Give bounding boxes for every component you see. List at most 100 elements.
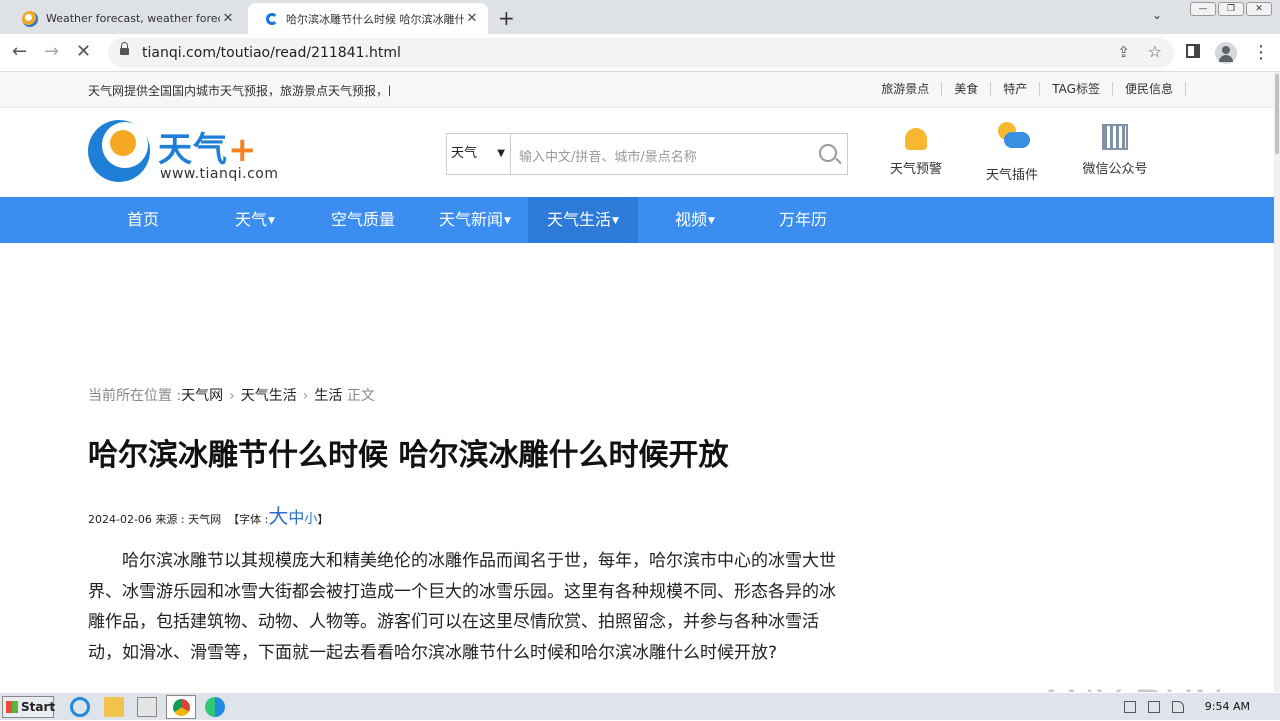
tab-title: 哈尔滨冰雕节什么时候 哈尔滨冰雕什么 — [286, 12, 464, 26]
breadcrumb-life[interactable]: 生活 — [314, 388, 342, 404]
tab-article[interactable]: 哈尔滨冰雕节什么时候 哈尔滨冰雕什么 ✕ — [248, 3, 488, 34]
clock[interactable]: 9:54 AM — [1205, 700, 1250, 713]
nav-calendar[interactable]: 万年历 — [748, 197, 858, 243]
font-small-button[interactable]: 小 — [304, 512, 317, 527]
system-tray: 9:54 AM — [1120, 693, 1280, 721]
url-bar[interactable]: tianqi.com/toutiao/read/211841.html ⇪ ☆ — [108, 38, 1174, 68]
breadcrumb-weather-life[interactable]: 天气生活 — [241, 388, 297, 404]
site-logo[interactable]: 天气+ www.tianqi.com — [88, 120, 288, 184]
caret-down-icon: ▼ — [708, 215, 715, 226]
wechat-link[interactable]: 微信公众号 — [1075, 120, 1155, 177]
media-player-icon[interactable] — [137, 697, 157, 717]
sun-logo-icon — [88, 120, 150, 182]
network-icon[interactable] — [1148, 701, 1160, 713]
top-link-food[interactable]: 美食 — [942, 82, 992, 96]
new-tab-icon[interactable]: + — [498, 6, 515, 30]
site-favicon-icon — [22, 10, 38, 27]
article-source: 来源 : 天气网 — [155, 513, 222, 526]
chevron-down-icon: ▼ — [497, 148, 505, 159]
breadcrumb: 当前所在位置 :天气网 › 天气生活 › 生活 正文 — [88, 385, 375, 405]
tab-strip: Weather forecast, weather forecast ✕ 哈尔滨… — [0, 0, 1280, 34]
profile-avatar-icon[interactable] — [1215, 42, 1237, 64]
breadcrumb-home[interactable]: 天气网 — [181, 388, 223, 404]
scrollbar-thumb[interactable] — [1275, 74, 1279, 154]
top-link-attractions[interactable]: 旅游景点 — [869, 82, 943, 96]
article-body: 哈尔滨冰雕节以其规模庞大和精美绝伦的冰雕作品而闻名于世，每年，哈尔滨市中心的冰雪… — [88, 546, 848, 668]
search-type-select[interactable]: 天气 ▼ — [447, 134, 511, 174]
caret-down-icon: ▼ — [268, 215, 275, 226]
chevron-down-icon[interactable]: ⌄ — [1152, 8, 1162, 22]
article-paragraph: 哈尔滨冰雕节以其规模庞大和精美绝伦的冰雕作品而闻名于世，每年，哈尔滨市中心的冰雪… — [88, 551, 836, 663]
nav-home[interactable]: 首页 — [88, 197, 198, 243]
weather-alert-link[interactable]: 天气预警 — [876, 120, 956, 177]
weather-alert-label: 天气预警 — [889, 162, 942, 177]
lock-icon[interactable] — [120, 42, 129, 57]
font-medium-button[interactable]: 中 — [288, 508, 304, 527]
window-controls: — ❐ ✕ — [1188, 2, 1272, 16]
tab-weather-forecast[interactable]: Weather forecast, weather forecast ✕ — [4, 3, 244, 34]
top-link-services[interactable]: 便民信息 — [1113, 82, 1186, 96]
minimize-icon[interactable]: — — [1190, 2, 1216, 16]
caret-down-icon: ▼ — [504, 215, 511, 226]
weather-alert-icon — [905, 128, 927, 150]
bookmark-star-icon[interactable]: ☆ — [1148, 42, 1162, 61]
font-size-label: 【字体 : — [228, 513, 269, 526]
side-panel-icon[interactable] — [1186, 44, 1200, 58]
search-icon[interactable] — [819, 144, 837, 162]
page-scrollbar[interactable] — [1274, 72, 1280, 692]
start-button[interactable]: Start — [2, 696, 55, 718]
close-tab-icon[interactable]: ✕ — [464, 11, 480, 26]
action-center-flag-icon[interactable] — [1172, 701, 1184, 713]
article-meta: 2024-02-06 来源 : 天气网 【字体 :大中小】 — [88, 500, 328, 529]
volume-icon[interactable] — [1124, 701, 1136, 713]
internet-explorer-icon[interactable] — [70, 697, 90, 717]
anyrun-watermark: ANY RUN — [1038, 682, 1224, 692]
web-page: 天气网提供全国国内城市天气预报，旅游景点天气预报，国 旅游景点 美食 特产 TA… — [0, 72, 1274, 692]
back-arrow-icon[interactable]: ← — [12, 42, 27, 62]
chevron-right-icon: › — [302, 388, 309, 404]
logo-domain: www.tianqi.com — [160, 166, 279, 182]
file-explorer-icon[interactable] — [104, 697, 124, 717]
weather-plugin-link[interactable]: 天气插件 — [972, 120, 1052, 183]
nav-video[interactable]: 视频▼ — [640, 197, 750, 243]
top-strip: 天气网提供全国国内城市天气预报，旅游景点天气预报，国 旅游景点 美食 特产 TA… — [0, 72, 1274, 108]
top-link-specialties[interactable]: 特产 — [991, 82, 1041, 96]
logo-name: 天气+ — [158, 130, 258, 170]
caret-down-icon: ▼ — [612, 215, 619, 226]
article-title: 哈尔滨冰雕节什么时候 哈尔滨冰雕什么时候开放 — [88, 438, 729, 473]
windows-taskbar: Start 9:54 AM — [0, 692, 1280, 720]
top-link-tags[interactable]: TAG标签 — [1040, 82, 1113, 96]
article-date: 2024-02-06 — [88, 513, 152, 526]
share-icon[interactable]: ⇪ — [1117, 43, 1130, 61]
url-text[interactable]: tianqi.com/toutiao/read/211841.html — [142, 45, 401, 61]
nav-weather-news[interactable]: 天气新闻▼ — [420, 197, 530, 243]
nav-weather[interactable]: 天气▼ — [200, 197, 310, 243]
breadcrumb-current: 正文 — [346, 388, 375, 404]
nav-air-quality[interactable]: 空气质量 — [308, 197, 418, 243]
kebab-menu-icon[interactable]: ⋮ — [1252, 42, 1270, 63]
close-window-icon[interactable]: ✕ — [1246, 2, 1272, 16]
search-input[interactable]: 输入中文/拼音、城市/景点名称 — [519, 146, 697, 165]
nav-weather-life[interactable]: 天气生活▼ — [528, 197, 638, 243]
font-size-close: 】 — [317, 513, 329, 526]
breadcrumb-prefix: 当前所在位置 : — [88, 388, 182, 404]
edge-icon[interactable] — [205, 697, 225, 717]
wechat-label: 微信公众号 — [1082, 162, 1148, 177]
loading-spinner-icon — [266, 12, 278, 25]
top-links: 旅游景点 美食 特产 TAG标签 便民信息 — [869, 82, 1186, 96]
chrome-icon — [173, 699, 190, 716]
search-box: 天气 ▼ 输入中文/拼音、城市/景点名称 — [446, 133, 848, 175]
forward-arrow-icon[interactable]: → — [44, 42, 59, 62]
weather-plugin-label: 天气插件 — [985, 168, 1038, 183]
tab-title: Weather forecast, weather forecast — [46, 12, 220, 25]
chrome-taskbar-button[interactable] — [166, 695, 196, 719]
site-intro-marquee: 天气网提供全国国内城市天气预报，旅游景点天气预报，国 — [88, 84, 390, 98]
main-nav: 首页 天气▼ 空气质量 天气新闻▼ 天气生活▼ 视频▼ 万年历 — [0, 197, 1274, 243]
restore-icon[interactable]: ❐ — [1218, 2, 1244, 16]
wechat-qr-icon — [1102, 124, 1128, 150]
stop-loading-icon[interactable]: ✕ — [76, 42, 91, 62]
close-tab-icon[interactable]: ✕ — [220, 11, 236, 26]
chevron-right-icon: › — [229, 388, 235, 404]
site-header: 天气+ www.tianqi.com 天气 ▼ 输入中文/拼音、城市/景点名称 天… — [0, 108, 1274, 197]
font-large-button[interactable]: 大 — [268, 504, 288, 528]
